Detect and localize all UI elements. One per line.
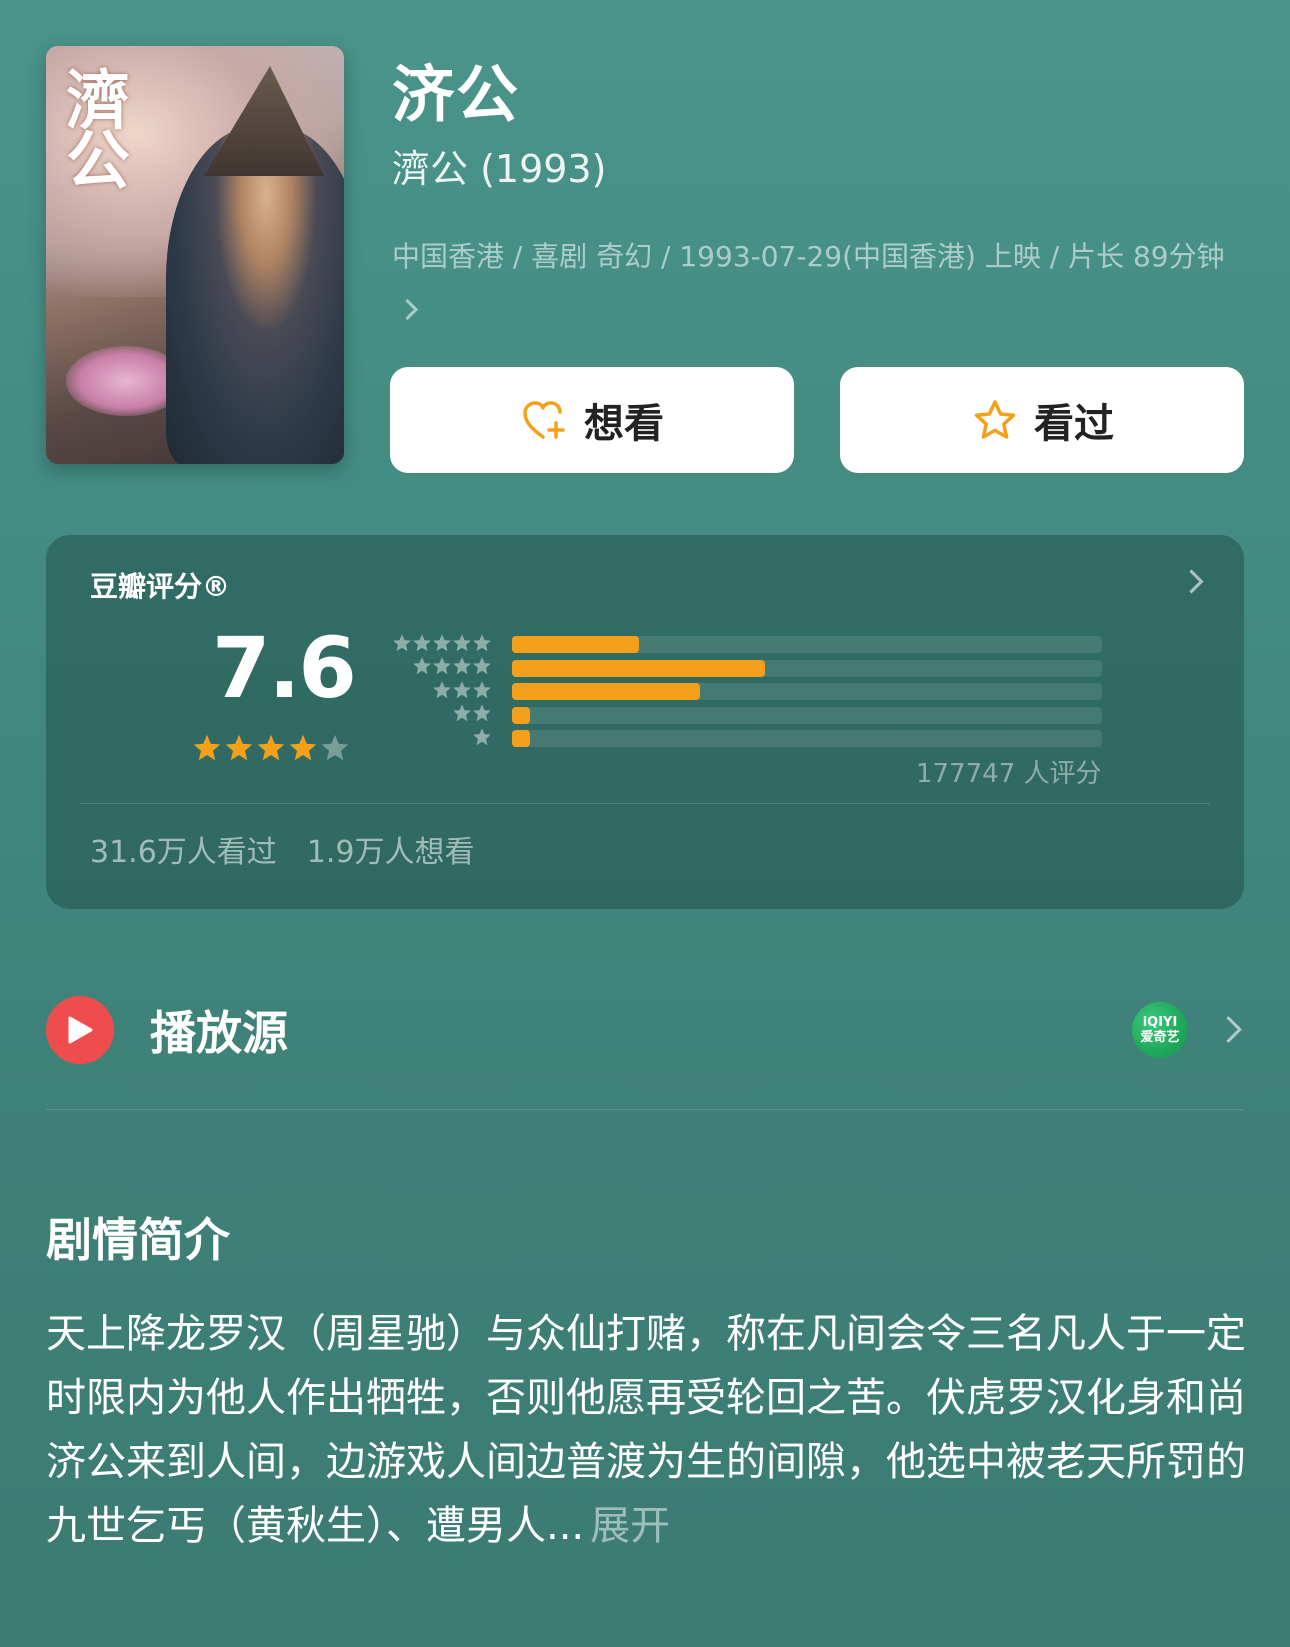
star-small-icon [472,680,492,704]
star-small-icon [452,703,472,727]
histogram-stars [382,656,492,680]
star-small-icon [472,703,492,727]
want-to-watch-button[interactable]: 想看 [390,367,794,473]
histogram-track [512,659,1102,677]
star-filled-icon [224,733,254,767]
play-source-label: 播放源 [150,1006,288,1060]
poster-figure [166,126,344,464]
rating-count: 177747 人评分 [916,759,1102,789]
watched-label: 看过 [1034,401,1114,447]
histogram-row [382,704,1102,728]
movie-meta[interactable]: 中国香港 / 喜剧 奇幻 / 1993-07-29(中国香港) 上映 / 片长 … [392,230,1242,338]
star-filled-icon [192,733,222,767]
expand-link[interactable]: 展开 [590,1503,670,1549]
original-title: 濟公 (1993) [392,147,607,191]
want-to-watch-label: 想看 [584,401,664,447]
star-small-icon [472,656,492,680]
section-divider [46,1109,1244,1110]
watch-stats: 31.6万人看过 1.9万人想看 [90,827,475,871]
histogram-stars [382,633,492,657]
movie-meta-text: 中国香港 / 喜剧 奇幻 / 1993-07-29(中国香港) 上映 / 片长 … [392,240,1225,273]
star-small-icon [472,727,492,751]
movie-poster[interactable]: 濟公 [46,46,344,464]
histogram-bar [512,730,530,748]
star-small-icon [392,633,412,657]
histogram-bar [512,706,530,724]
histogram-track [512,706,1102,724]
rating-score: 7.6 [212,619,357,717]
chevron-right-icon [1179,569,1204,594]
star-small-icon [412,656,432,680]
star-filled-icon [288,733,318,767]
histogram-bar [512,683,700,701]
rating-card[interactable]: 豆瓣评分® 7.6 177747 人评分 31.6万人看过 1.9万人想看 [46,535,1244,909]
rating-histogram [382,633,1102,751]
histogram-track [512,730,1102,748]
heart-plus-icon [520,395,570,445]
star-small-icon [452,633,472,657]
histogram-row [382,633,1102,657]
histogram-stars [382,703,492,727]
histogram-row [382,727,1102,751]
histogram-track [512,683,1102,701]
star-small-icon [472,633,492,657]
histogram-row [382,680,1102,704]
iqiyi-logo-line2: 爱奇艺 [1140,1030,1180,1045]
card-divider [80,803,1210,804]
play-source-row[interactable]: 播放源 iQIYI 爱奇艺 [46,990,1244,1070]
star-small-icon [412,633,432,657]
histogram-bar [512,636,639,654]
chevron-right-icon [396,298,419,321]
histogram-stars [382,727,492,751]
watched-button[interactable]: 看过 [840,367,1244,473]
histogram-row [382,657,1102,681]
rating-label: 豆瓣评分® [90,570,231,603]
star-outline-icon [970,395,1020,445]
histogram-stars [382,680,492,704]
play-icon [46,996,114,1064]
star-small-icon [432,680,452,704]
synopsis-text: 天上降龙罗汉（周星驰）与众仙打赌，称在凡间会令三名凡人于一定时限内为他人作出牺牲… [46,1302,1256,1558]
rating-stars [192,733,350,767]
histogram-track [512,636,1102,654]
movie-title: 济公 [392,58,521,131]
star-small-icon [432,633,452,657]
want-count: 1.9万人想看 [306,835,475,870]
star-filled-icon [256,733,286,767]
chevron-right-icon [1215,1016,1242,1043]
star-empty-icon [320,733,350,767]
iqiyi-logo-line1: iQIYI [1142,1015,1178,1030]
star-small-icon [432,656,452,680]
star-small-icon [452,680,472,704]
poster-title-art: 濟公 [66,64,130,199]
iqiyi-logo-icon: iQIYI 爱奇艺 [1132,1002,1188,1058]
histogram-bar [512,659,765,677]
seen-count: 31.6万人看过 [90,835,277,870]
star-small-icon [452,656,472,680]
synopsis-title: 剧情简介 [46,1213,230,1267]
